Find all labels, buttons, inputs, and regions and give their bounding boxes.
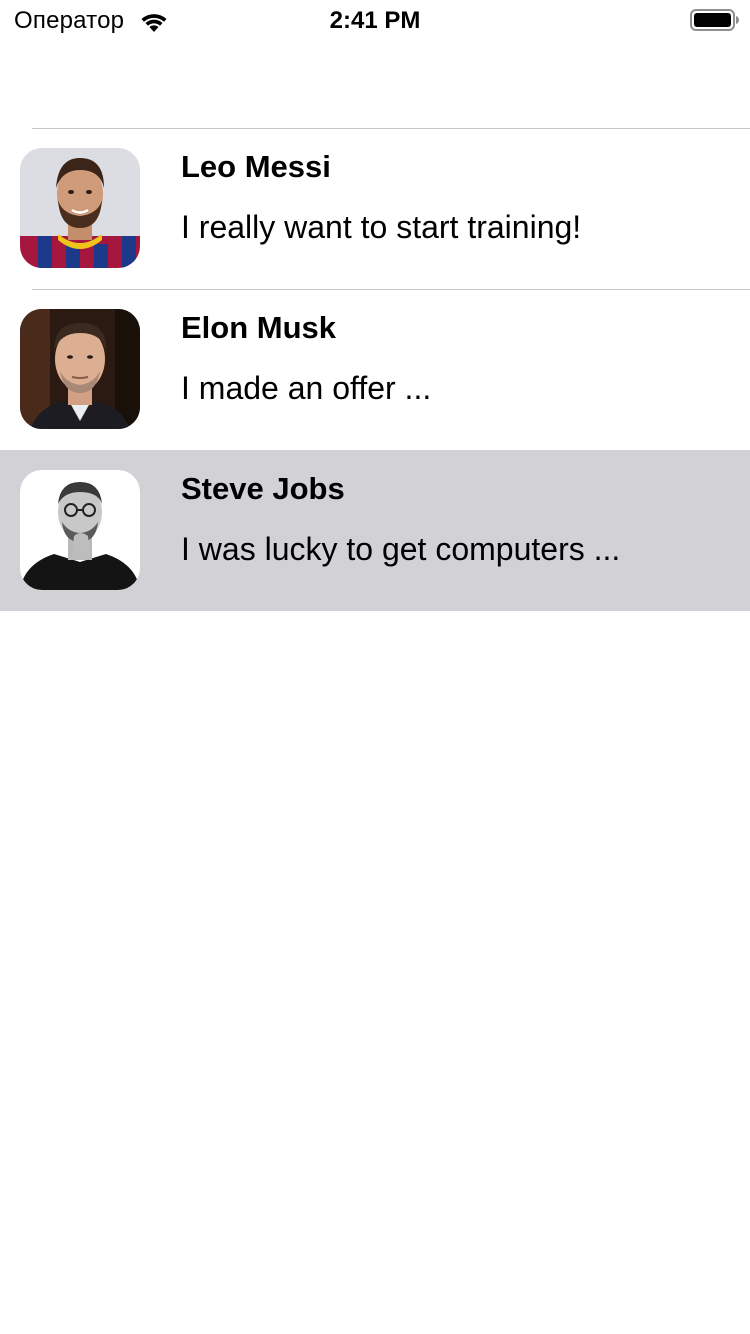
chat-row-elon-musk[interactable]: Elon Musk I made an offer ... [0,289,750,450]
last-message: I was lucky to get computers ... [181,531,621,567]
row-separator [32,128,750,129]
leo-messi-avatar [20,148,140,268]
steve-jobs-avatar [20,470,140,590]
last-message: I made an offer ... [181,370,432,406]
contact-name: Elon Musk [181,310,337,345]
last-message: I really want to start training! [181,209,582,245]
chat-row-leo-messi[interactable]: Leo Messi I really want to start trainin… [0,128,750,289]
contact-name: Leo Messi [181,149,331,184]
clock: 2:41 PM [329,7,421,34]
chat-row-steve-jobs[interactable]: Steve Jobs I was lucky to get computers … [0,450,750,611]
status-bar: Оператор 2:41 PM [0,0,750,40]
row-separator [32,289,750,290]
elon-musk-avatar [20,309,140,429]
contact-name: Steve Jobs [181,471,345,506]
battery-icon [690,9,739,31]
chat-list[interactable]: Leo Messi I really want to start trainin… [0,128,750,611]
